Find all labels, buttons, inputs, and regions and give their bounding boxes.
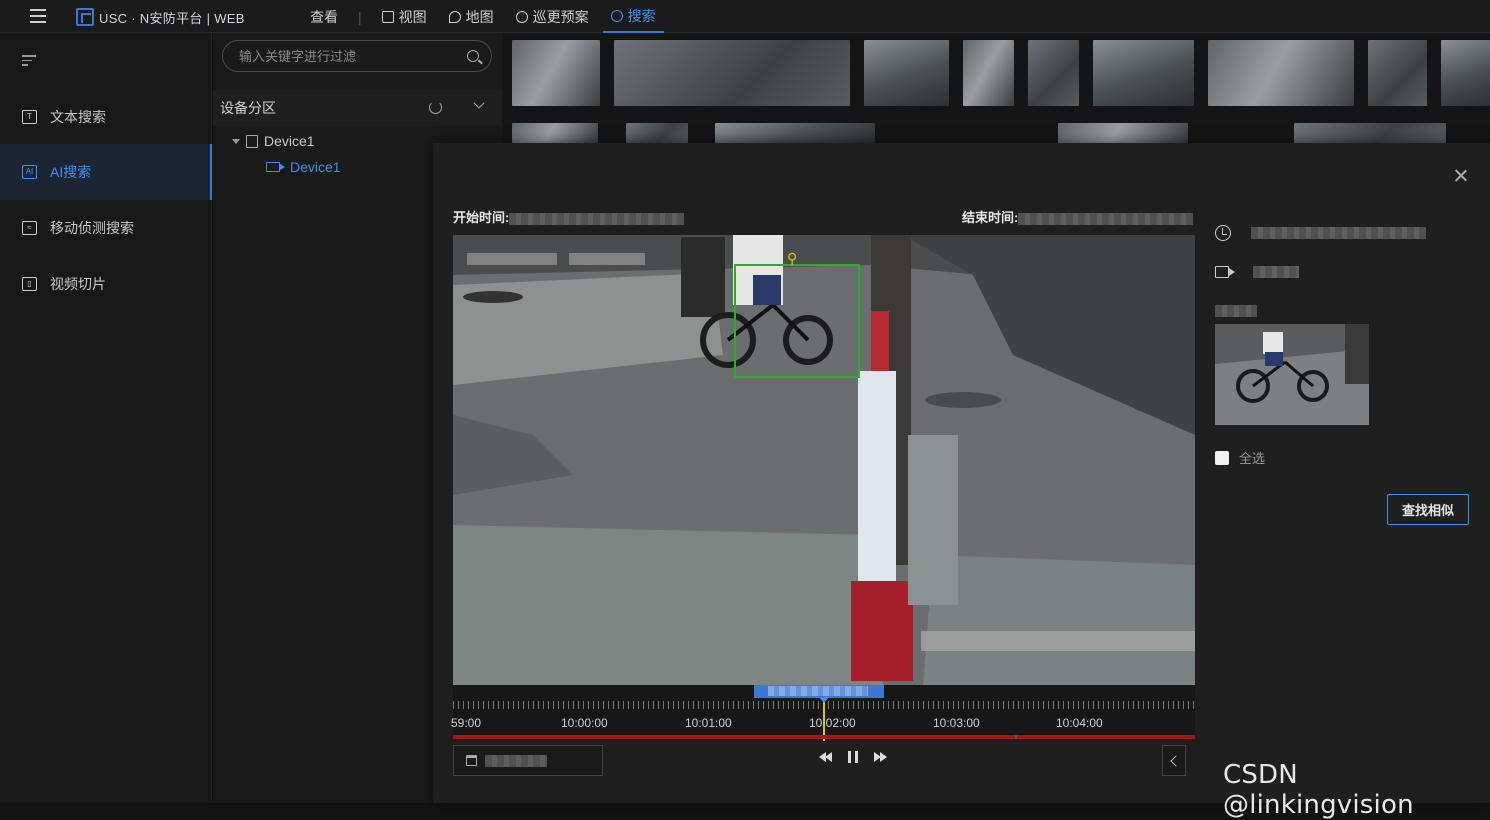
collapse-panel-button[interactable] <box>1162 745 1186 776</box>
nav-search[interactable]: 搜索 <box>602 0 664 33</box>
nav-divider: | <box>358 8 362 25</box>
rewind-icon <box>818 752 834 762</box>
result-thumb[interactable] <box>1058 123 1188 143</box>
tree-header-label: 设备分区 <box>220 100 276 116</box>
timeline-label: 10:04:00 <box>1056 716 1103 730</box>
timeline-label: 59:00 <box>451 716 482 730</box>
result-thumb[interactable] <box>715 123 875 143</box>
main-nav: 查看 | 视图 地图 巡更预案 搜索 <box>302 0 664 33</box>
result-thumb[interactable] <box>1368 40 1427 106</box>
video-camera-icon <box>1215 266 1235 278</box>
snapshot-image <box>1215 324 1369 425</box>
sidebar-item-text-search[interactable]: T 文本搜索 <box>0 89 212 145</box>
text-search-icon: T <box>22 110 37 124</box>
nav-views[interactable]: 视图 <box>374 0 435 33</box>
fast-forward-icon <box>873 752 889 762</box>
result-thumb[interactable] <box>864 40 949 106</box>
search-results-grid <box>502 33 1490 143</box>
select-all-label: 全选 <box>1239 451 1266 466</box>
result-thumb[interactable] <box>626 123 688 143</box>
clock-icon <box>1215 225 1231 241</box>
video-player[interactable]: ⚲ <box>453 235 1195 685</box>
date-picker[interactable] <box>453 745 603 776</box>
svg-text:⚲: ⚲ <box>787 251 797 267</box>
start-time-value-redacted <box>509 212 685 225</box>
collapse-menu-icon[interactable] <box>22 55 36 69</box>
info-camera-row <box>1215 266 1299 278</box>
start-time: 开始时间: <box>453 207 685 226</box>
result-thumb[interactable] <box>512 123 598 143</box>
filter-input[interactable] <box>222 40 492 72</box>
motion-search-icon: ≈ <box>22 221 37 235</box>
nav-map[interactable]: 地图 <box>441 0 502 33</box>
result-thumb[interactable] <box>512 40 600 106</box>
watermark: CSDN @linkingvision <box>1223 760 1414 820</box>
playback-modal: 开始时间: 结束时间: ⚲ 59:00 10:00:00 10:01:00 10… <box>433 143 1490 803</box>
info-time-row <box>1215 225 1426 241</box>
camera-name-redacted <box>1253 266 1299 278</box>
video-slice-icon: ▯ <box>22 277 37 291</box>
sidebar-item-video-slice[interactable]: ▯ 视频切片 <box>0 256 212 312</box>
pause-button[interactable] <box>848 749 858 765</box>
filter-search-icon[interactable] <box>467 50 479 62</box>
snapshot-label-redacted <box>1215 305 1257 317</box>
capture-time-redacted <box>1251 227 1426 239</box>
tree-node-device[interactable]: Device1 <box>232 133 315 149</box>
find-similar-button[interactable]: 查找相似 <box>1387 494 1469 525</box>
timeline-label: 10:00:00 <box>561 716 608 730</box>
selection-range-redacted <box>768 686 868 696</box>
menu-icon[interactable] <box>30 9 46 23</box>
date-value-redacted <box>485 754 547 767</box>
timeline-label: 10:01:00 <box>685 716 732 730</box>
rewind-button[interactable] <box>818 749 834 765</box>
device-icon <box>246 134 258 148</box>
select-all-row[interactable]: 全选 <box>1215 448 1265 467</box>
timeline[interactable]: 59:00 10:00:00 10:01:00 10:02:00 10:03:0… <box>451 685 1195 741</box>
close-icon[interactable] <box>1454 168 1468 182</box>
end-time-value-redacted <box>1018 212 1194 225</box>
patrol-icon <box>515 10 528 23</box>
result-thumb[interactable] <box>963 40 1014 106</box>
map-pin-icon <box>448 10 461 23</box>
timeline-label: 10:02:00 <box>809 716 856 730</box>
ai-search-icon: AI <box>22 165 37 179</box>
result-thumb[interactable] <box>1208 40 1354 106</box>
caret-down-icon[interactable] <box>232 138 240 144</box>
view-icon <box>381 10 394 23</box>
sidebar: T 文本搜索 AI AI搜索 ≈ 移动侦测搜索 ▯ 视频切片 <box>0 33 212 803</box>
camera-icon <box>266 162 285 172</box>
refresh-icon[interactable] <box>429 101 442 114</box>
nav-patrol[interactable]: 巡更预案 <box>508 0 597 33</box>
pause-icon <box>848 751 858 763</box>
result-thumb[interactable] <box>1028 40 1079 106</box>
result-thumb[interactable] <box>1093 40 1194 106</box>
sidebar-item-motion-search[interactable]: ≈ 移动侦测搜索 <box>0 200 212 256</box>
result-thumb[interactable] <box>614 40 850 106</box>
result-thumb[interactable] <box>1294 123 1446 143</box>
tree-header: 设备分区 <box>213 90 502 126</box>
top-bar: USC · N安防平台 | WEB 查看 | 视图 地图 巡更预案 搜索 <box>0 0 1490 33</box>
app-title: USC · N安防平台 | WEB <box>99 10 245 26</box>
logo-icon <box>76 8 94 26</box>
fast-forward-button[interactable] <box>873 749 889 765</box>
timeline-label: 10:03:00 <box>933 716 980 730</box>
search-icon <box>610 9 623 22</box>
chevron-down-icon[interactable] <box>473 97 485 109</box>
select-all-checkbox[interactable] <box>1215 450 1229 465</box>
app-logo: USC · N安防平台 | WEB <box>76 8 245 26</box>
tree-node-camera[interactable]: Device1 <box>266 159 341 175</box>
recording-bar <box>453 735 1195 739</box>
result-thumb[interactable] <box>1441 40 1490 106</box>
sidebar-item-ai-search[interactable]: AI AI搜索 <box>0 144 212 200</box>
end-time: 结束时间: <box>962 207 1194 226</box>
target-snapshot[interactable] <box>1215 324 1369 425</box>
video-frame-image: ⚲ <box>453 235 1195 685</box>
calendar-icon <box>466 755 477 766</box>
nav-view[interactable]: 查看 <box>302 0 346 33</box>
